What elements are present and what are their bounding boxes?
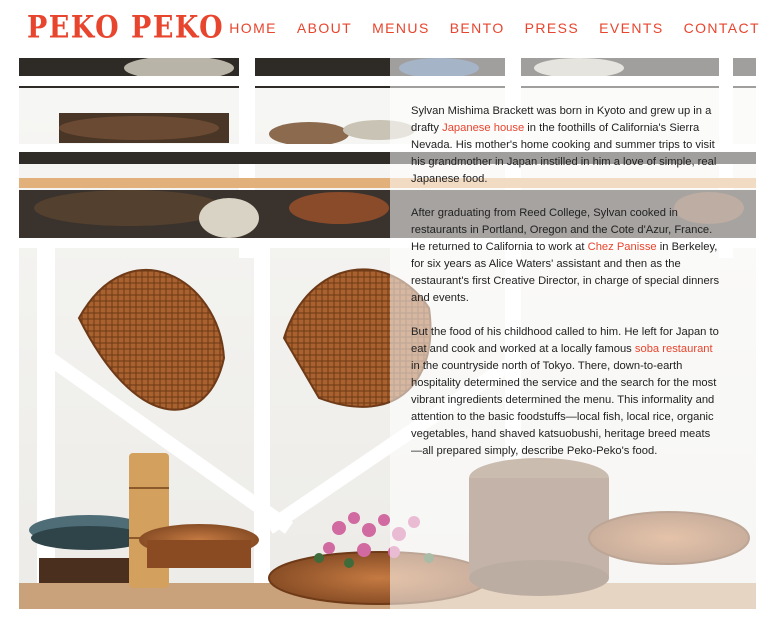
nav-bento[interactable]: BENTO <box>450 20 505 36</box>
link-chez-panisse[interactable]: Chez Panisse <box>588 241 657 253</box>
link-japanese-house[interactable]: Japanese house <box>442 122 524 134</box>
link-soba-restaurant[interactable]: soba restaurant <box>635 343 713 355</box>
nav-press[interactable]: PRESS <box>525 20 579 36</box>
nav-menus[interactable]: MENUS <box>372 20 430 36</box>
about-paragraph-1: Sylvan Mishima Brackett was born in Kyot… <box>411 105 717 185</box>
nav-events[interactable]: EVENTS <box>599 20 663 36</box>
nav-about[interactable]: ABOUT <box>297 20 352 36</box>
about-paragraph-3: But the food of his childhood called to … <box>411 326 719 457</box>
about-paragraph-2: After graduating from Reed College, Sylv… <box>411 207 720 304</box>
hero-photo: Sylvan Mishima Brackett was born in Kyot… <box>19 58 756 609</box>
nav-contact[interactable]: CONTACT <box>684 20 760 36</box>
main-nav: HOME ABOUT MENUS BENTO PRESS EVENTS CONT… <box>229 20 760 36</box>
site-header: PEKO PEKO HOME ABOUT MENUS BENTO PRESS E… <box>0 0 775 56</box>
nav-home[interactable]: HOME <box>229 20 277 36</box>
site-logo[interactable]: PEKO PEKO <box>27 10 224 46</box>
about-copy: Sylvan Mishima Brackett was born in Kyot… <box>411 103 721 477</box>
